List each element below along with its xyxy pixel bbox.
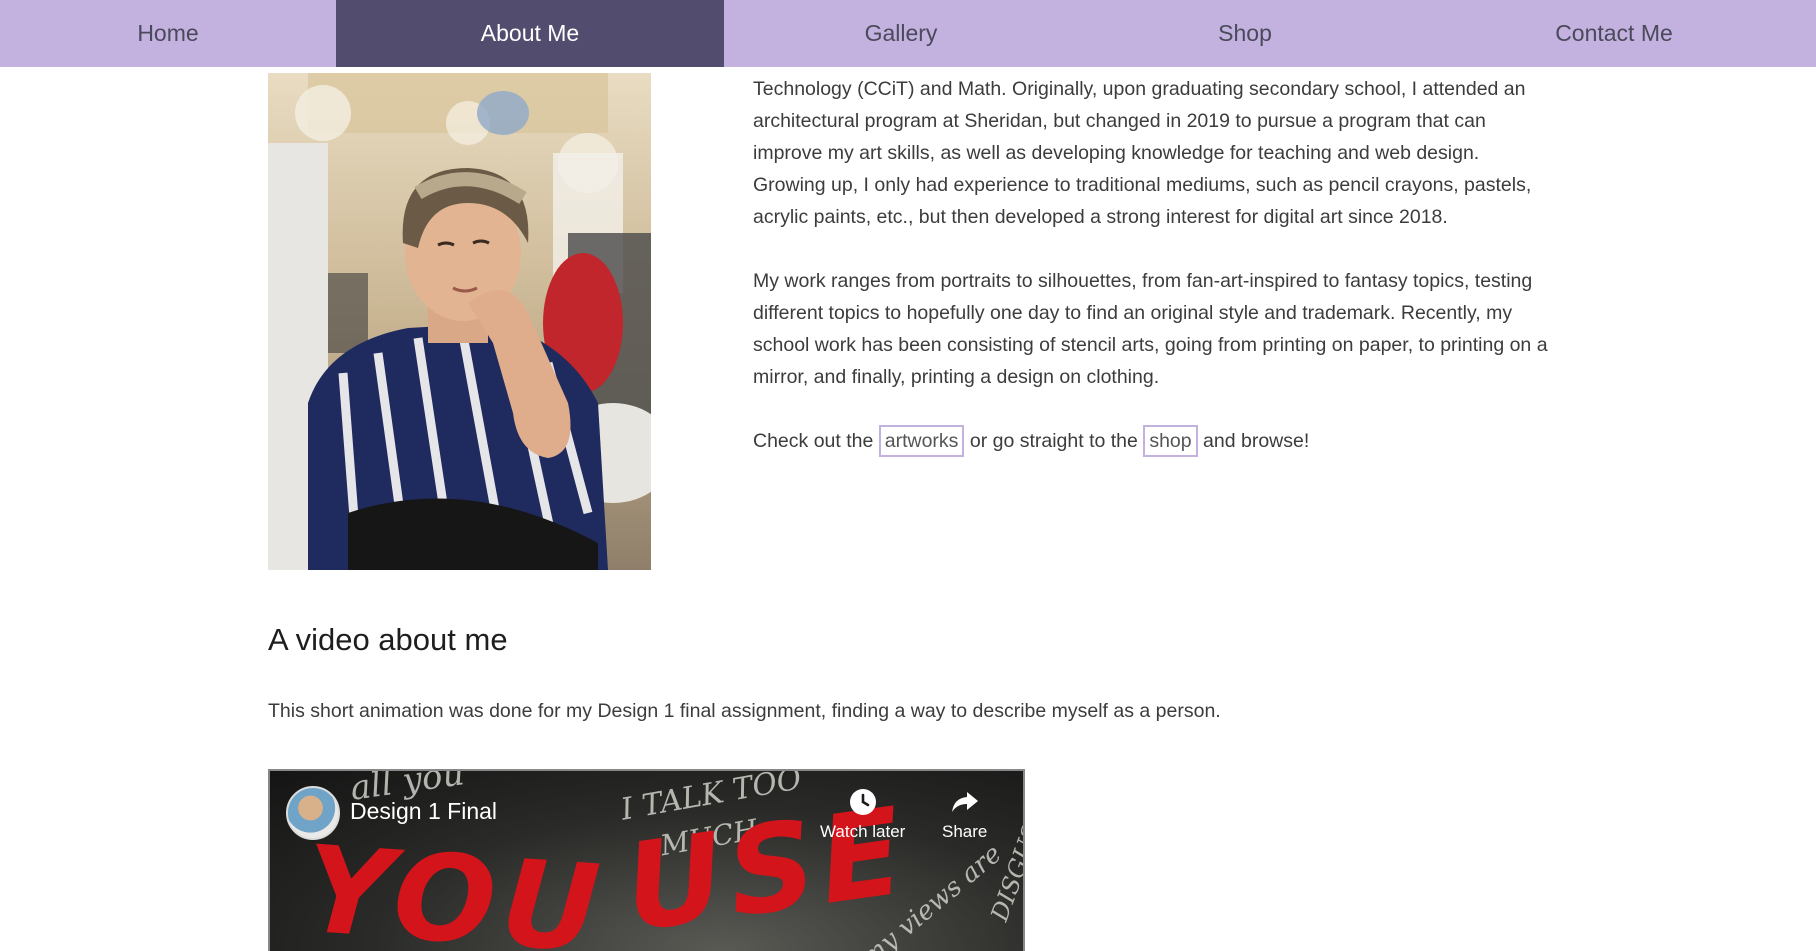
embedded-video-player[interactable]: all you I TALK TOO MUCH my views are DIS… xyxy=(268,769,1025,951)
nav-gallery[interactable]: Gallery xyxy=(724,0,1078,67)
watch-later-button[interactable]: Watch later xyxy=(820,788,905,842)
video-overlay-word-1: YOU xyxy=(300,820,610,951)
about-cta: Check out the artworks or go straight to… xyxy=(753,425,1553,457)
video-title[interactable]: Design 1 Final xyxy=(350,798,497,825)
share-label: Share xyxy=(942,822,988,841)
clock-icon xyxy=(849,789,876,815)
profile-photo xyxy=(268,73,651,570)
about-paragraph-1: Technology (CCiT) and Math. Originally, … xyxy=(753,78,1532,228)
share-button[interactable]: Share xyxy=(942,788,987,842)
artworks-link[interactable]: artworks xyxy=(878,425,965,457)
cta-suffix: and browse! xyxy=(1203,430,1310,452)
cta-prefix: Check out the xyxy=(753,430,874,452)
nav-about-me[interactable]: About Me xyxy=(336,0,724,67)
nav-home[interactable]: Home xyxy=(0,0,336,67)
nav-shop[interactable]: Shop xyxy=(1078,0,1412,67)
about-paragraph-2: My work ranges from portraits to silhoue… xyxy=(753,270,1548,388)
top-nav: Home About Me Gallery Shop Contact Me xyxy=(0,0,1816,67)
share-icon xyxy=(951,792,978,812)
profile-photo-illustration xyxy=(268,73,651,570)
cta-middle: or go straight to the xyxy=(969,430,1138,452)
watch-later-label: Watch later xyxy=(820,822,906,841)
channel-avatar[interactable] xyxy=(286,786,340,840)
video-description: This short animation was done for my Des… xyxy=(268,700,1221,722)
about-text: Technology (CCiT) and Math. Originally, … xyxy=(753,73,1553,489)
shop-link[interactable]: shop xyxy=(1143,425,1198,457)
nav-contact-me[interactable]: Contact Me xyxy=(1412,0,1816,67)
video-section-heading: A video about me xyxy=(268,622,508,657)
